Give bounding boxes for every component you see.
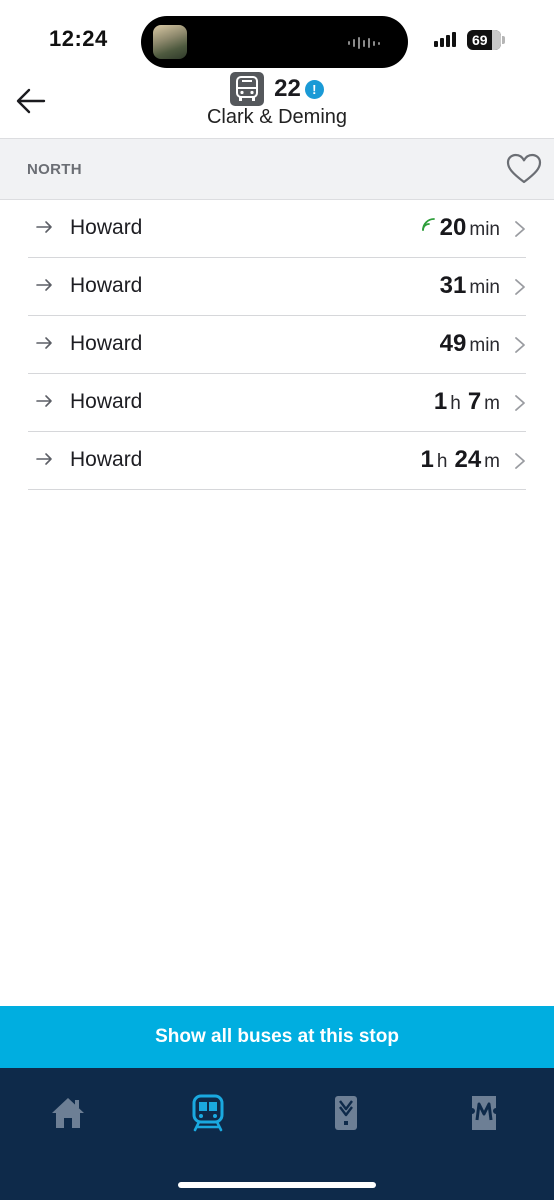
arrival-row[interactable]: Howard 1 h 7 m	[28, 374, 526, 432]
arrival-time: 20 min	[420, 214, 500, 242]
realtime-tracking-icon	[421, 218, 435, 231]
chevron-right-icon	[515, 395, 525, 411]
eta-minutes-unit: min	[469, 219, 500, 240]
tab-ventra[interactable]	[316, 1088, 376, 1138]
arrival-row[interactable]: Howard 31 min	[28, 258, 526, 316]
eta-minutes: 7	[467, 388, 482, 415]
arrow-right-icon	[36, 279, 52, 291]
tab-home[interactable]	[38, 1088, 98, 1138]
arrow-right-icon	[36, 453, 52, 465]
arrival-row[interactable]: Howard 1 h 24 m	[28, 432, 526, 490]
chevron-right-icon	[515, 221, 525, 237]
arrival-time: 31 min	[440, 272, 500, 300]
stop-name: Clark & Deming	[206, 106, 348, 128]
eta-minutes: 49	[439, 330, 467, 357]
eta-hours: 1	[420, 446, 434, 473]
arrival-row[interactable]: Howard 20 min	[28, 200, 526, 258]
eta-minutes-unit: m	[484, 393, 500, 414]
chevron-right-icon	[515, 279, 525, 295]
metra-ticket-icon	[472, 1096, 496, 1130]
cellular-signal-icon	[434, 32, 456, 47]
direction-header: NORTH	[0, 138, 554, 200]
tab-bar	[0, 1068, 554, 1200]
show-all-buses-button[interactable]: Show all buses at this stop	[0, 1006, 554, 1068]
chevron-right-icon	[515, 337, 525, 353]
destination-label: Howard	[70, 332, 143, 355]
eta-minutes: 31	[439, 272, 467, 299]
eta-minutes-unit: min	[469, 277, 500, 298]
arrival-time: 49 min	[440, 330, 500, 358]
train-icon	[192, 1094, 224, 1132]
destination-label: Howard	[70, 274, 143, 297]
battery-level: 69	[472, 32, 488, 48]
chevron-right-icon	[515, 453, 525, 469]
tab-transit[interactable]	[178, 1088, 238, 1138]
eta-minutes: 20	[439, 214, 467, 241]
arrivals-list: Howard 20 min Howard 31 min Howard 49 mi…	[28, 200, 526, 490]
arrow-right-icon	[36, 221, 52, 233]
eta-minutes-unit: min	[469, 335, 500, 356]
favorite-button[interactable]	[506, 153, 542, 185]
audio-waveform-icon	[348, 37, 380, 49]
eta-hours-unit: h	[436, 451, 448, 472]
direction-label: NORTH	[27, 161, 82, 178]
arrival-time: 1 h 7 m	[434, 388, 500, 416]
eta-hours: 1	[433, 388, 448, 415]
battery-icon: 69	[467, 30, 501, 50]
destination-label: Howard	[70, 216, 143, 239]
tab-metra[interactable]	[454, 1088, 514, 1138]
destination-label: Howard	[70, 448, 143, 471]
arrow-right-icon	[36, 337, 52, 349]
eta-hours-unit: h	[450, 393, 461, 414]
destination-label: Howard	[70, 390, 143, 413]
status-time: 12:24	[49, 26, 108, 51]
route-number: 22	[274, 75, 301, 102]
dynamic-island[interactable]	[141, 16, 408, 68]
home-icon	[52, 1098, 84, 1128]
route-title: 22 !	[0, 72, 554, 106]
home-indicator[interactable]	[178, 1182, 376, 1188]
battery-nub	[502, 36, 505, 44]
arrival-time: 1 h 24 m	[421, 446, 500, 474]
bus-icon	[230, 72, 265, 106]
arrow-right-icon	[36, 395, 52, 407]
alert-info-icon[interactable]: !	[304, 79, 324, 99]
eta-minutes-unit: m	[484, 451, 500, 472]
now-playing-thumbnail	[153, 25, 187, 59]
route-header: 22 ! Clark & Deming	[0, 70, 554, 138]
ventra-card-icon	[335, 1096, 357, 1130]
arrival-row[interactable]: Howard 49 min	[28, 316, 526, 374]
status-bar: 12:24 69	[0, 0, 554, 80]
heart-outline-icon	[506, 153, 542, 184]
eta-minutes: 24	[454, 446, 482, 473]
